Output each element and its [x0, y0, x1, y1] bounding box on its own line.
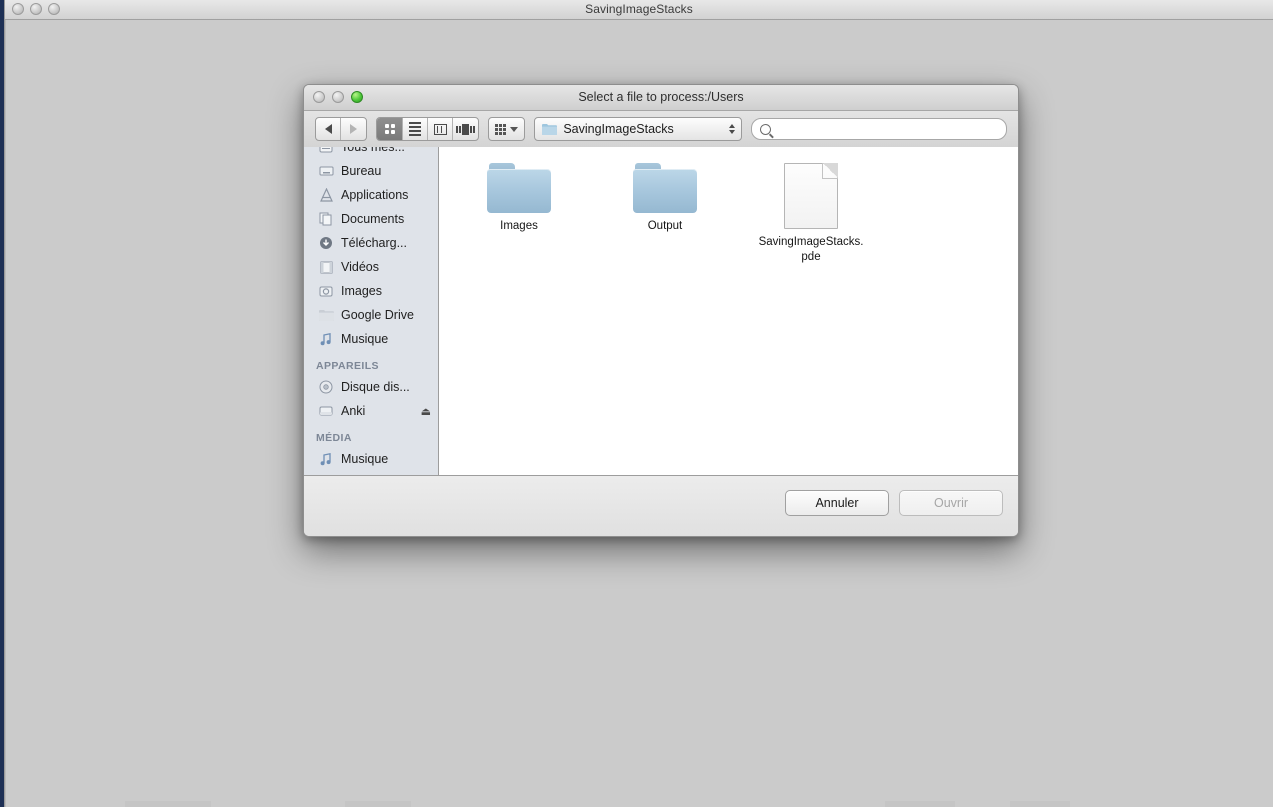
sidebar-item-media-musique[interactable]: Musique: [304, 447, 439, 471]
dialog-title: Select a file to process:/Users: [304, 85, 1018, 110]
sidebar-item-label: Images: [341, 284, 382, 298]
list-view-icon: [409, 122, 421, 136]
sidebar[interactable]: Tous mes... Bureau Applications: [304, 147, 439, 475]
all-my-files-icon: [318, 147, 334, 155]
updown-stepper-icon[interactable]: [729, 124, 735, 134]
application-titlebar[interactable]: SavingImageStacks: [5, 0, 1273, 20]
forward-button[interactable]: [341, 118, 366, 140]
sidebar-item-label: Vidéos: [341, 260, 379, 274]
sidebar-scroll-content: Tous mes... Bureau Applications: [304, 147, 439, 471]
drive-icon: [318, 404, 334, 419]
view-mode-segmented-control[interactable]: [376, 117, 479, 141]
arrange-grid-icon: [495, 124, 506, 135]
sidebar-item-documents[interactable]: Documents: [304, 207, 439, 231]
sidebar-item-label: Musique: [341, 452, 388, 466]
sidebar-item-bureau[interactable]: Bureau: [304, 159, 439, 183]
dialog-toolbar: SavingImageStacks: [304, 111, 1018, 148]
sidebar-item-anki[interactable]: Anki ⏏: [304, 399, 439, 423]
file-item-savingimagestacks-pde[interactable]: SavingImageStacks.pde: [757, 163, 865, 265]
navigation-segmented-control[interactable]: [315, 117, 367, 141]
dock-remnant: [885, 801, 955, 807]
search-field[interactable]: [751, 118, 1007, 140]
application-title: SavingImageStacks: [5, 0, 1273, 19]
sidebar-item-label: Google Drive: [341, 308, 414, 322]
search-icon: [760, 124, 771, 135]
folder-icon: [633, 163, 697, 213]
sidebar-section-header-media: MÉDIA: [304, 423, 439, 447]
sidebar-item-label: Anki: [341, 404, 365, 418]
sidebar-item-musique[interactable]: Musique: [304, 327, 439, 351]
movies-icon: [318, 260, 334, 275]
sidebar-item-label: Disque dis...: [341, 380, 410, 394]
dialog-content: Tous mes... Bureau Applications: [304, 147, 1018, 475]
file-item-output[interactable]: Output: [611, 163, 719, 265]
dock-remnant: [125, 801, 211, 807]
chevron-right-icon: [350, 124, 357, 134]
sidebar-item-tous-mes-fichiers[interactable]: Tous mes...: [304, 147, 439, 159]
sidebar-section-header-appareils: APPAREILS: [304, 351, 439, 375]
path-popup-button[interactable]: SavingImageStacks: [534, 117, 742, 141]
sidebar-item-label: Télécharg...: [341, 236, 407, 250]
coverflow-view-icon: [456, 124, 475, 135]
grid-view-icon: [385, 124, 395, 134]
downloads-icon: [318, 236, 334, 251]
music-icon: [318, 332, 334, 347]
sidebar-item-disque-dur[interactable]: Disque dis...: [304, 375, 439, 399]
file-item-images[interactable]: Images: [465, 163, 573, 265]
applications-icon: [318, 188, 334, 203]
screen: SavingImageStacks Select a file to proce…: [0, 0, 1273, 807]
file-item-label: Output: [611, 219, 719, 234]
file-item-label: Images: [465, 219, 573, 234]
music-icon: [318, 452, 334, 467]
view-mode-list[interactable]: [403, 118, 428, 140]
disk-icon: [318, 380, 334, 395]
sidebar-item-telechargements[interactable]: Télécharg...: [304, 231, 439, 255]
file-grid: Images Output SavingImageStacks.pde: [439, 147, 1018, 265]
document-icon: [784, 163, 838, 229]
desktop-icon: [318, 164, 334, 179]
arrange-button[interactable]: [488, 117, 525, 141]
open-button: Ouvrir: [899, 490, 1003, 516]
dialog-zoom-button[interactable]: [351, 91, 363, 103]
pictures-icon: [318, 284, 334, 299]
dialog-traffic-lights: [313, 91, 363, 103]
file-browser-pane[interactable]: Images Output SavingImageStacks.pde: [439, 147, 1018, 475]
view-mode-coverflow[interactable]: [453, 118, 478, 140]
view-mode-icon[interactable]: [377, 118, 402, 140]
dialog-titlebar[interactable]: Select a file to process:/Users: [304, 85, 1018, 111]
folder-icon: [318, 308, 334, 323]
cancel-button[interactable]: Annuler: [785, 490, 889, 516]
documents-icon: [318, 212, 334, 227]
sidebar-item-label: Tous mes...: [341, 147, 405, 154]
dialog-minimize-button[interactable]: [332, 91, 344, 103]
sidebar-item-applications[interactable]: Applications: [304, 183, 439, 207]
sidebar-item-label: Applications: [341, 188, 408, 202]
chevron-down-icon: [510, 127, 518, 132]
file-item-label: SavingImageStacks.pde: [757, 235, 865, 265]
chevron-left-icon: [325, 124, 332, 134]
path-popup-label: SavingImageStacks: [563, 122, 723, 136]
folder-icon: [487, 163, 551, 213]
sidebar-item-videos[interactable]: Vidéos: [304, 255, 439, 279]
sidebar-item-label: Musique: [341, 332, 388, 346]
folder-icon: [541, 122, 557, 137]
dock-remnant: [345, 801, 411, 807]
search-input[interactable]: [776, 121, 998, 137]
sidebar-item-label: Documents: [341, 212, 404, 226]
dialog-action-buttons: Annuler Ouvrir: [785, 490, 1003, 516]
dock-remnant: [1010, 801, 1070, 807]
eject-icon[interactable]: ⏏: [421, 405, 431, 418]
sidebar-item-images[interactable]: Images: [304, 279, 439, 303]
dialog-bottom-bar: Annuler Ouvrir: [304, 475, 1018, 537]
view-mode-column[interactable]: [428, 118, 453, 140]
window-left-edge: [5, 20, 6, 807]
dialog-close-button[interactable]: [313, 91, 325, 103]
open-file-dialog: Select a file to process:/Users: [303, 84, 1019, 537]
column-view-icon: [434, 124, 447, 135]
sidebar-item-google-drive[interactable]: Google Drive: [304, 303, 439, 327]
sidebar-item-label: Bureau: [341, 164, 381, 178]
back-button[interactable]: [316, 118, 341, 140]
